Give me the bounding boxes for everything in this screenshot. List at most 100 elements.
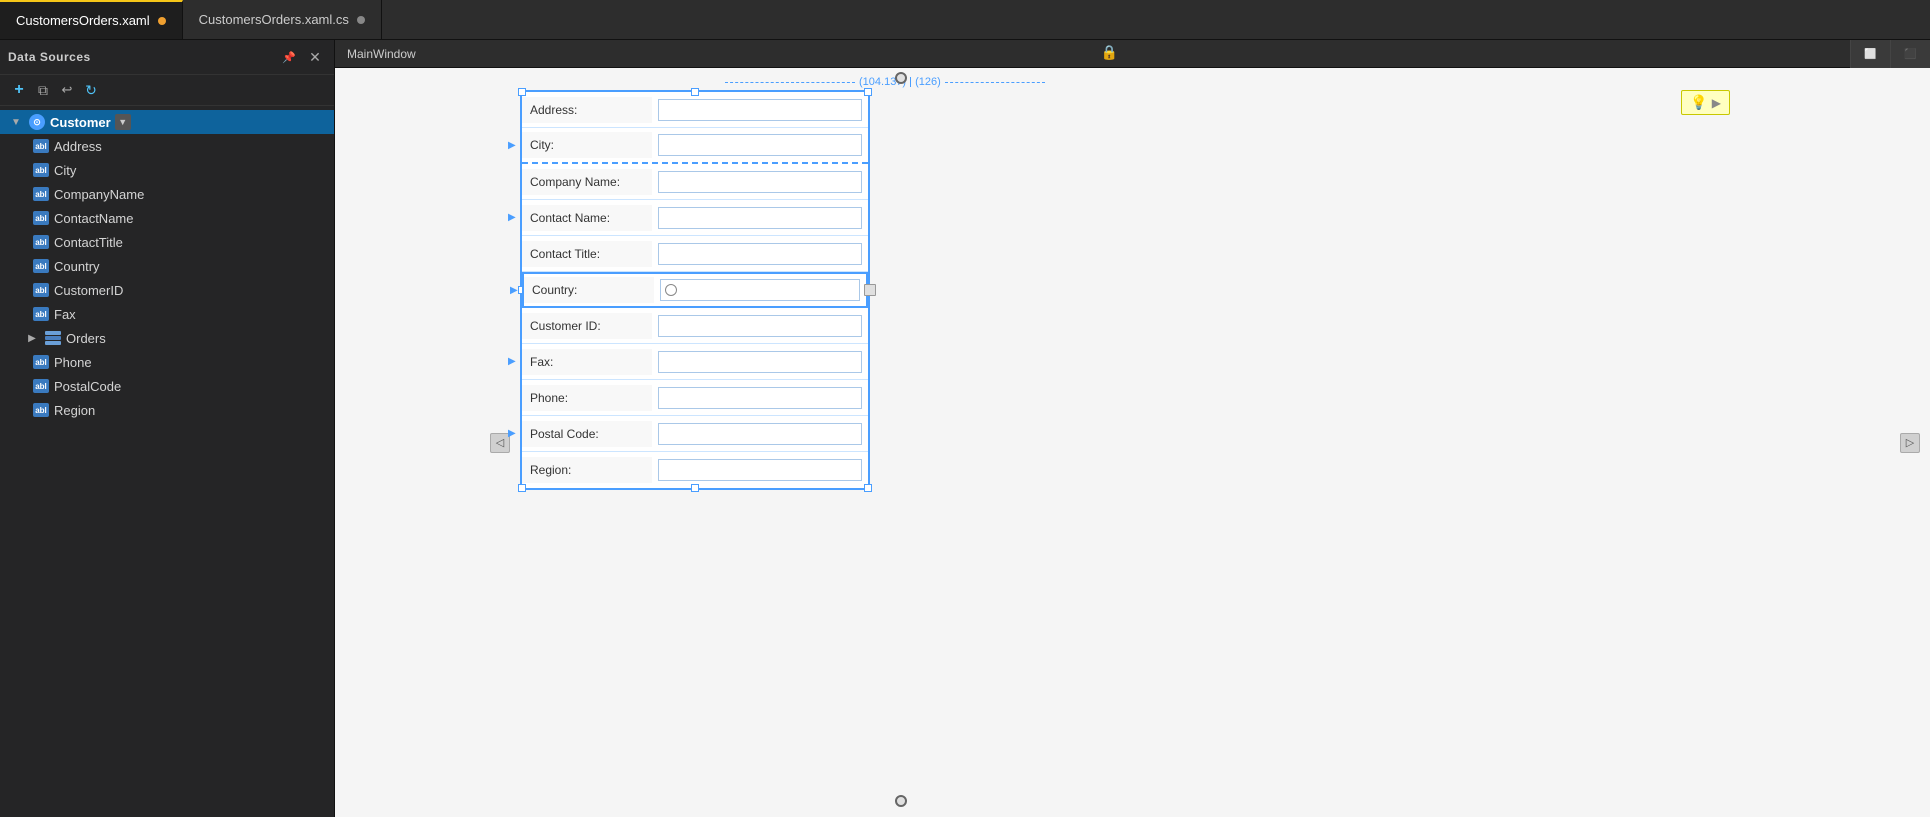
left-arrow-icon: ◁ bbox=[496, 436, 504, 449]
tab-xaml-label: CustomersOrders.xaml bbox=[16, 13, 150, 28]
tree-item-country[interactable]: abl Country bbox=[0, 254, 334, 278]
form-design[interactable]: Address: ▶ City: Company Name: bbox=[520, 90, 870, 490]
window-label: MainWindow bbox=[347, 47, 416, 61]
tree-item-contacttitle[interactable]: abl ContactTitle bbox=[0, 230, 334, 254]
tab-cs-label: CustomersOrders.xaml.cs bbox=[199, 12, 349, 27]
orders-label: Orders bbox=[66, 331, 106, 346]
bulb-icon: 💡 bbox=[1690, 94, 1707, 111]
tree-item-region[interactable]: abl Region bbox=[0, 398, 334, 422]
back-button[interactable]: ↩ bbox=[56, 79, 78, 101]
form-row-city: ▶ City: bbox=[522, 128, 868, 164]
tree-arrow-orders: ▶ bbox=[24, 333, 40, 344]
nav-arrow-right[interactable]: ▷ bbox=[1900, 433, 1920, 453]
sidebar-header: Data Sources 📌 ✕ bbox=[0, 40, 334, 75]
tree-item-companyname[interactable]: abl CompanyName bbox=[0, 182, 334, 206]
form-row-postalcode: ▶ Postal Code: bbox=[522, 416, 868, 452]
customer-dropdown[interactable]: ▼ bbox=[115, 114, 131, 130]
tab-xaml[interactable]: CustomersOrders.xaml bbox=[0, 0, 183, 39]
tab-bar: CustomersOrders.xaml CustomersOrders.xam… bbox=[0, 0, 1930, 40]
contacttitle-input[interactable] bbox=[658, 243, 862, 265]
customerid-field-icon: abl bbox=[32, 281, 50, 299]
address-label: Address bbox=[54, 139, 102, 154]
add-icon: + bbox=[14, 81, 23, 99]
customerid-input[interactable] bbox=[658, 315, 862, 337]
right-arrow-icon: ▷ bbox=[1906, 436, 1914, 449]
contacttitle-form-label: Contact Title: bbox=[522, 241, 652, 267]
companyname-input[interactable] bbox=[658, 171, 862, 193]
tree-item-city[interactable]: abl City bbox=[0, 158, 334, 182]
country-radio[interactable] bbox=[665, 284, 677, 296]
refresh-icon: ↻ bbox=[85, 82, 97, 99]
country-label: Country bbox=[54, 259, 100, 274]
tree-item-orders[interactable]: ▶ Orders bbox=[0, 326, 334, 350]
sidebar-title: Data Sources bbox=[8, 50, 91, 64]
phone-label: Phone bbox=[54, 355, 92, 370]
country-right-handle[interactable] bbox=[864, 284, 876, 296]
tree-item-customerid[interactable]: abl CustomerID bbox=[0, 278, 334, 302]
hint-arrow: ▶ bbox=[1712, 96, 1721, 110]
nav-arrow-left[interactable]: ◁ bbox=[490, 433, 510, 453]
customerid-form-label: Customer ID: bbox=[522, 313, 652, 339]
refresh-button[interactable]: ↻ bbox=[80, 79, 102, 101]
contactname-input[interactable] bbox=[658, 207, 862, 229]
contactname-field-icon: abl bbox=[32, 209, 50, 227]
city-form-label: City: bbox=[522, 132, 652, 158]
close-button[interactable]: ✕ bbox=[304, 46, 326, 68]
address-input[interactable] bbox=[658, 99, 862, 121]
copy-datasource-button[interactable]: ⧉ bbox=[32, 79, 54, 101]
main-area: Data Sources 📌 ✕ + ⧉ ↩ ↻ ▼ bbox=[0, 40, 1930, 817]
tab-xaml-modified-dot bbox=[158, 17, 166, 25]
tree-item-customer[interactable]: ▼ ⊙ Customer ▼ bbox=[0, 110, 334, 134]
add-datasource-button[interactable]: + bbox=[8, 79, 30, 101]
city-label: City bbox=[54, 163, 76, 178]
city-input[interactable] bbox=[658, 134, 862, 156]
form-row-companyname: Company Name: bbox=[522, 164, 868, 200]
restore-button[interactable]: ⬜ bbox=[1851, 40, 1891, 68]
sidebar-header-icons: 📌 ✕ bbox=[278, 46, 326, 68]
postalcode-form-label: Postal Code: bbox=[522, 421, 652, 447]
tree-item-contactname[interactable]: abl ContactName bbox=[0, 206, 334, 230]
fax-input[interactable] bbox=[658, 351, 862, 373]
postalcode-row-arrow: ▶ bbox=[508, 428, 516, 439]
country-field-icon: abl bbox=[32, 257, 50, 275]
tree-item-address[interactable]: abl Address bbox=[0, 134, 334, 158]
region-field-icon: abl bbox=[32, 401, 50, 419]
phone-field-icon: abl bbox=[32, 353, 50, 371]
resize-handle-bottom[interactable] bbox=[895, 795, 907, 807]
undo-icon: ↩ bbox=[62, 82, 73, 98]
city-field-icon: abl bbox=[32, 161, 50, 179]
customerid-label: CustomerID bbox=[54, 283, 123, 298]
companyname-form-label: Company Name: bbox=[522, 169, 652, 195]
form-row-region: Region: bbox=[522, 452, 868, 488]
form-row-contactname: ▶ Contact Name: bbox=[522, 200, 868, 236]
contacttitle-field-icon: abl bbox=[32, 233, 50, 251]
tree-item-postalcode[interactable]: abl PostalCode bbox=[0, 374, 334, 398]
phone-input[interactable] bbox=[658, 387, 862, 409]
pin-button[interactable]: 📌 bbox=[278, 46, 300, 68]
contacttitle-label: ContactTitle bbox=[54, 235, 123, 250]
companyname-label: CompanyName bbox=[54, 187, 144, 202]
sidebar-tree: ▼ ⊙ Customer ▼ abl Address abl City bbox=[0, 106, 334, 817]
postalcode-input[interactable] bbox=[658, 423, 862, 445]
design-canvas[interactable]: MainWindow 🔒 ⬜ ⬛ ◁ bbox=[335, 40, 1930, 817]
phone-form-label: Phone: bbox=[522, 385, 652, 411]
restore-icon: ⬜ bbox=[1864, 49, 1876, 60]
address-field-icon: abl bbox=[32, 137, 50, 155]
resize-handle-top[interactable] bbox=[895, 72, 907, 84]
region-input[interactable] bbox=[658, 459, 862, 481]
maximize-button[interactable]: ⬛ bbox=[1891, 40, 1930, 68]
contactname-row-arrow: ▶ bbox=[508, 212, 516, 223]
fax-form-label: Fax: bbox=[522, 349, 652, 375]
fax-field-icon: abl bbox=[32, 305, 50, 323]
canvas-area: MainWindow 🔒 ⬜ ⬛ ◁ bbox=[335, 40, 1930, 817]
tree-item-phone[interactable]: abl Phone bbox=[0, 350, 334, 374]
lock-icon: 🔒 bbox=[1101, 44, 1118, 61]
tab-cs[interactable]: CustomersOrders.xaml.cs bbox=[183, 0, 382, 39]
region-form-label: Region: bbox=[522, 457, 652, 483]
form-row-address: Address: bbox=[522, 92, 868, 128]
tree-item-fax[interactable]: abl Fax bbox=[0, 302, 334, 326]
fax-label: Fax bbox=[54, 307, 76, 322]
region-label: Region bbox=[54, 403, 95, 418]
copy-icon: ⧉ bbox=[38, 82, 48, 99]
country-input-container bbox=[660, 279, 860, 301]
